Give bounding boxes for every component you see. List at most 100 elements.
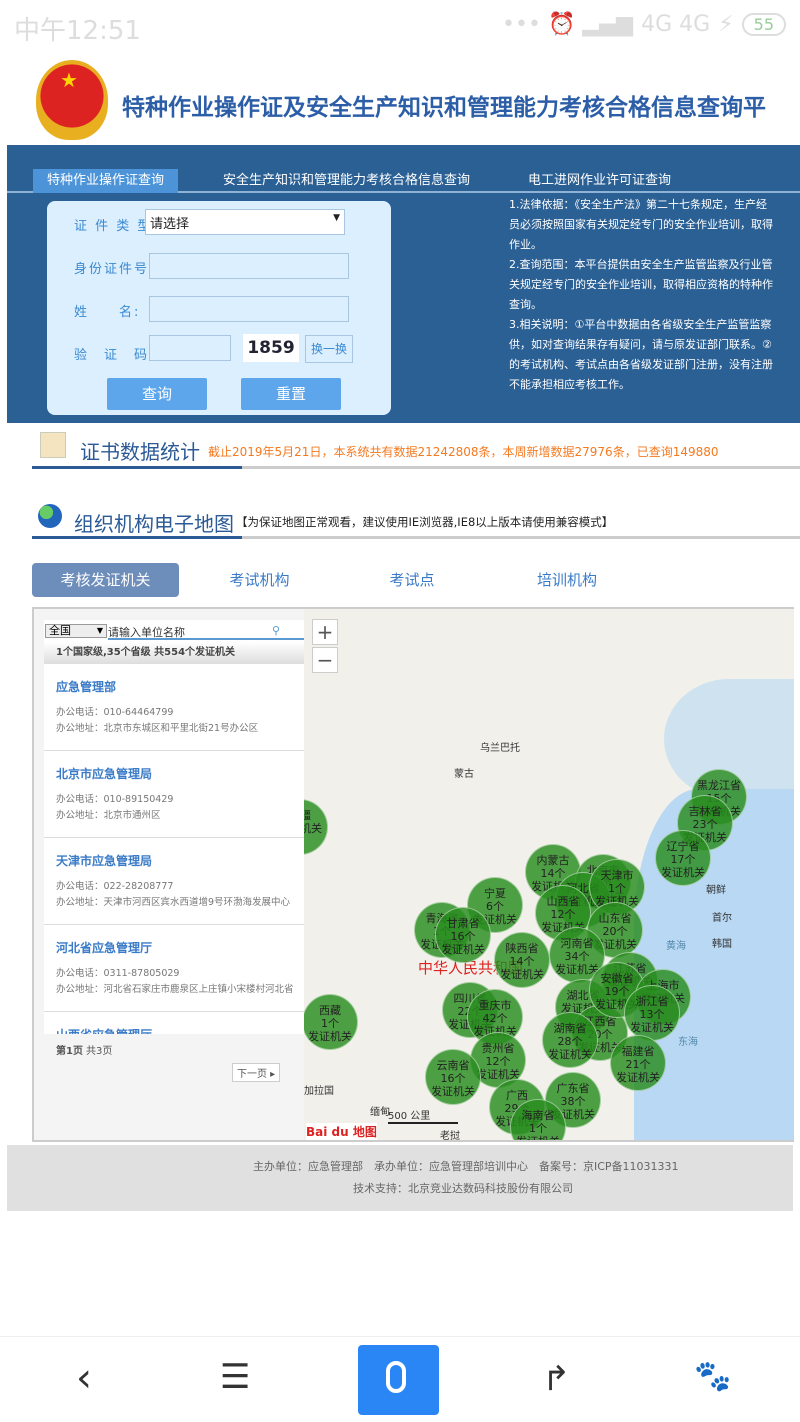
zoom-out-button[interactable]: −: [312, 647, 338, 673]
reset-button[interactable]: 重置: [241, 378, 341, 410]
search-icon[interactable]: ⚲: [272, 624, 280, 637]
org-name[interactable]: 天津市应急管理局: [56, 852, 152, 869]
cluster-suffix: 发证机关: [431, 1085, 475, 1098]
cluster-name: 浙江省: [635, 995, 669, 1008]
cluster-name: 湖南省: [553, 1022, 587, 1035]
map-cluster-marker[interactable]: 云南省 16个 发证机关: [425, 1049, 481, 1105]
cluster-name: 新疆: [304, 809, 327, 822]
map-cluster-marker[interactable]: 西藏 1个 发证机关: [304, 994, 358, 1050]
map-cluster-marker[interactable]: 福建省 21个 发证机关: [610, 1035, 666, 1091]
note-line: 3.相关说明：①平台中数据由各省级安全生产监管监察: [509, 318, 772, 331]
map-cluster-marker[interactable]: 浙江省 13个 发证机关: [624, 985, 680, 1041]
tab-safety-knowledge[interactable]: 安全生产知识和管理能力考核合格信息查询: [209, 169, 484, 193]
org-list-item[interactable]: 山西省应急管理厅: [44, 1012, 304, 1034]
baidu-paw-icon[interactable]: 🐾: [694, 1359, 731, 1394]
cert-type-value: 请选择: [150, 217, 190, 232]
browser-nav-bar: ‹ ☰ ↱ 🐾: [0, 1336, 800, 1422]
map-cluster-marker[interactable]: 辽宁省 17个 发证机关: [655, 830, 711, 886]
id-number-input[interactable]: [149, 253, 349, 279]
tab-exam-institution[interactable]: 考试机构: [212, 563, 307, 597]
cluster-name: 陕西省: [505, 942, 539, 955]
current-page: 第1页: [56, 1046, 83, 1057]
next-page-label: 下一页: [237, 1069, 267, 1080]
cluster-count: 34个: [564, 950, 590, 963]
cluster-count: 16个: [440, 1072, 466, 1085]
tab-electrician-permit[interactable]: 电工进网作业许可证查询: [514, 169, 685, 193]
map-label-myanmar: 缅甸: [370, 1107, 390, 1118]
battery-indicator: 55: [741, 13, 786, 36]
captcha-label: 验 证 码:: [74, 348, 156, 363]
next-page-button[interactable]: 下一页 ▸: [232, 1063, 281, 1082]
cluster-count: 13个: [639, 1008, 665, 1021]
tab-exam-site[interactable]: 考试点: [372, 563, 452, 597]
cluster-name: 贵州省: [481, 1042, 515, 1055]
signal-icon: ••• ⏰ ▂▄▆: [502, 12, 634, 37]
cluster-name: 辽宁省: [666, 840, 700, 853]
org-list-item[interactable]: 河北省应急管理厅 办公电话：0311-87805029 办公地址：河北省石家庄市鹿泉…: [44, 925, 304, 1012]
stats-text: 截止2019年5月21日，本系统共有数据21242808条，本周新增数据2797…: [208, 445, 719, 459]
menu-icon[interactable]: ☰: [220, 1357, 250, 1397]
back-icon[interactable]: ‹: [76, 1355, 92, 1401]
map-label-korea: 韩国: [712, 939, 732, 950]
tab-issuing-authority[interactable]: 考核发证机关: [32, 563, 179, 597]
clock: 中午12:51: [14, 16, 141, 46]
cluster-count: 1个: [321, 1017, 339, 1030]
map-note: 【为保证地图正常观看，建议使用IE浏览器,IE8以上版本请使用兼容模式】: [236, 515, 614, 529]
map-cluster-marker[interactable]: 陕西省 14个 发证机关: [494, 932, 550, 988]
captcha-input[interactable]: [149, 335, 231, 361]
cluster-count: 14个: [509, 955, 535, 968]
map-canvas[interactable]: + − 乌兰巴托 蒙古 中华人民共和国 朝鲜 首尔 韩国 黄海 东海 加拉国 缅…: [304, 609, 794, 1140]
note-line: 的考试机构、考试点由各省级发证部门注册，没有注册: [509, 358, 773, 371]
org-search-input[interactable]: 请输入单位名称 ⚲: [108, 624, 304, 640]
chevron-down-icon: ▼: [333, 213, 340, 223]
cert-type-select[interactable]: 请选择 ▼: [145, 209, 345, 235]
region-select[interactable]: 全国 ▼: [45, 624, 107, 638]
map-cluster-marker[interactable]: 新疆发证机关: [304, 799, 328, 855]
region-value: 全国: [49, 624, 71, 637]
organization-list-panel: 全国 ▼ 请输入单位名称 ⚲ 1个国家级,35个省级 共554个发证机关 应急管理部…: [44, 620, 304, 1082]
voice-search-button[interactable]: [358, 1345, 439, 1415]
name-input[interactable]: [149, 296, 349, 322]
magnifier-document-icon: [40, 432, 66, 458]
cluster-count: 1个: [529, 1122, 547, 1135]
cluster-count: 17个: [670, 853, 696, 866]
cluster-count: 23个: [692, 818, 718, 831]
org-address: 办公地址：北京市东城区和平里北街21号办公区: [56, 723, 259, 734]
org-list-item[interactable]: 北京市应急管理局 办公电话：010-89150429 办公地址：北京市通州区: [44, 751, 304, 838]
cluster-name: 安徽省: [600, 972, 634, 985]
cluster-name: 西藏: [319, 1004, 341, 1017]
refresh-captcha-button[interactable]: 换一换: [305, 335, 353, 363]
org-name[interactable]: 山西省应急管理厅: [56, 1026, 152, 1034]
map-label-ulaanbaatar: 乌兰巴托: [480, 743, 520, 754]
id-label: 身份证件号:: [74, 262, 156, 277]
footer-line2: 技术支持：北京竞业达数码科技股份有限公司: [353, 1182, 573, 1195]
cluster-name: 河南省: [560, 937, 594, 950]
map-cluster-marker[interactable]: 甘肃省 16个 发证机关: [435, 907, 491, 963]
org-name[interactable]: 应急管理部: [56, 678, 116, 695]
note-line: 供，如对查询结果存有疑问，请与原发证部门联系。②: [509, 338, 772, 351]
cluster-name: 黑龙江省: [697, 779, 741, 792]
share-icon[interactable]: ↱: [542, 1359, 571, 1399]
cluster-count: 16个: [450, 930, 476, 943]
tab-training-institution[interactable]: 培训机构: [522, 563, 612, 597]
charging-icon: ⚡: [718, 12, 734, 37]
microphone-icon: [386, 1361, 406, 1393]
org-address: 办公地址：北京市通州区: [56, 810, 161, 821]
network-label: 4G 4G: [641, 12, 711, 37]
org-name[interactable]: 河北省应急管理厅: [56, 939, 152, 956]
note-line: 作业。: [509, 238, 542, 251]
note-line: 1.法律依据：《安全生产法》第二十七条规定，生产经: [509, 198, 767, 211]
zoom-in-button[interactable]: +: [312, 619, 338, 645]
cluster-name: 山西省: [546, 895, 580, 908]
map-cluster-marker[interactable]: 湖南省 28个 发证机关: [542, 1012, 598, 1068]
org-list-item[interactable]: 应急管理部 办公电话：010-64464799 办公地址：北京市东城区和平里北街21…: [44, 664, 304, 751]
cluster-name: 福建省: [621, 1045, 655, 1058]
search-placeholder: 请输入单位名称: [108, 626, 185, 639]
org-list-item[interactable]: 天津市应急管理局 办公电话：022-28208777 办公地址：天津市河西区宾水西道…: [44, 838, 304, 925]
cluster-suffix: 发证机关: [616, 1071, 660, 1084]
tab-special-operation[interactable]: 特种作业操作证查询: [33, 169, 179, 193]
org-name[interactable]: 北京市应急管理局: [56, 765, 152, 782]
submit-button[interactable]: 查询: [107, 378, 207, 410]
cluster-suffix: 发证机关: [304, 822, 322, 835]
query-panel: 特种作业操作证查询 安全生产知识和管理能力考核合格信息查询 电工进网作业许可证查…: [7, 145, 800, 423]
